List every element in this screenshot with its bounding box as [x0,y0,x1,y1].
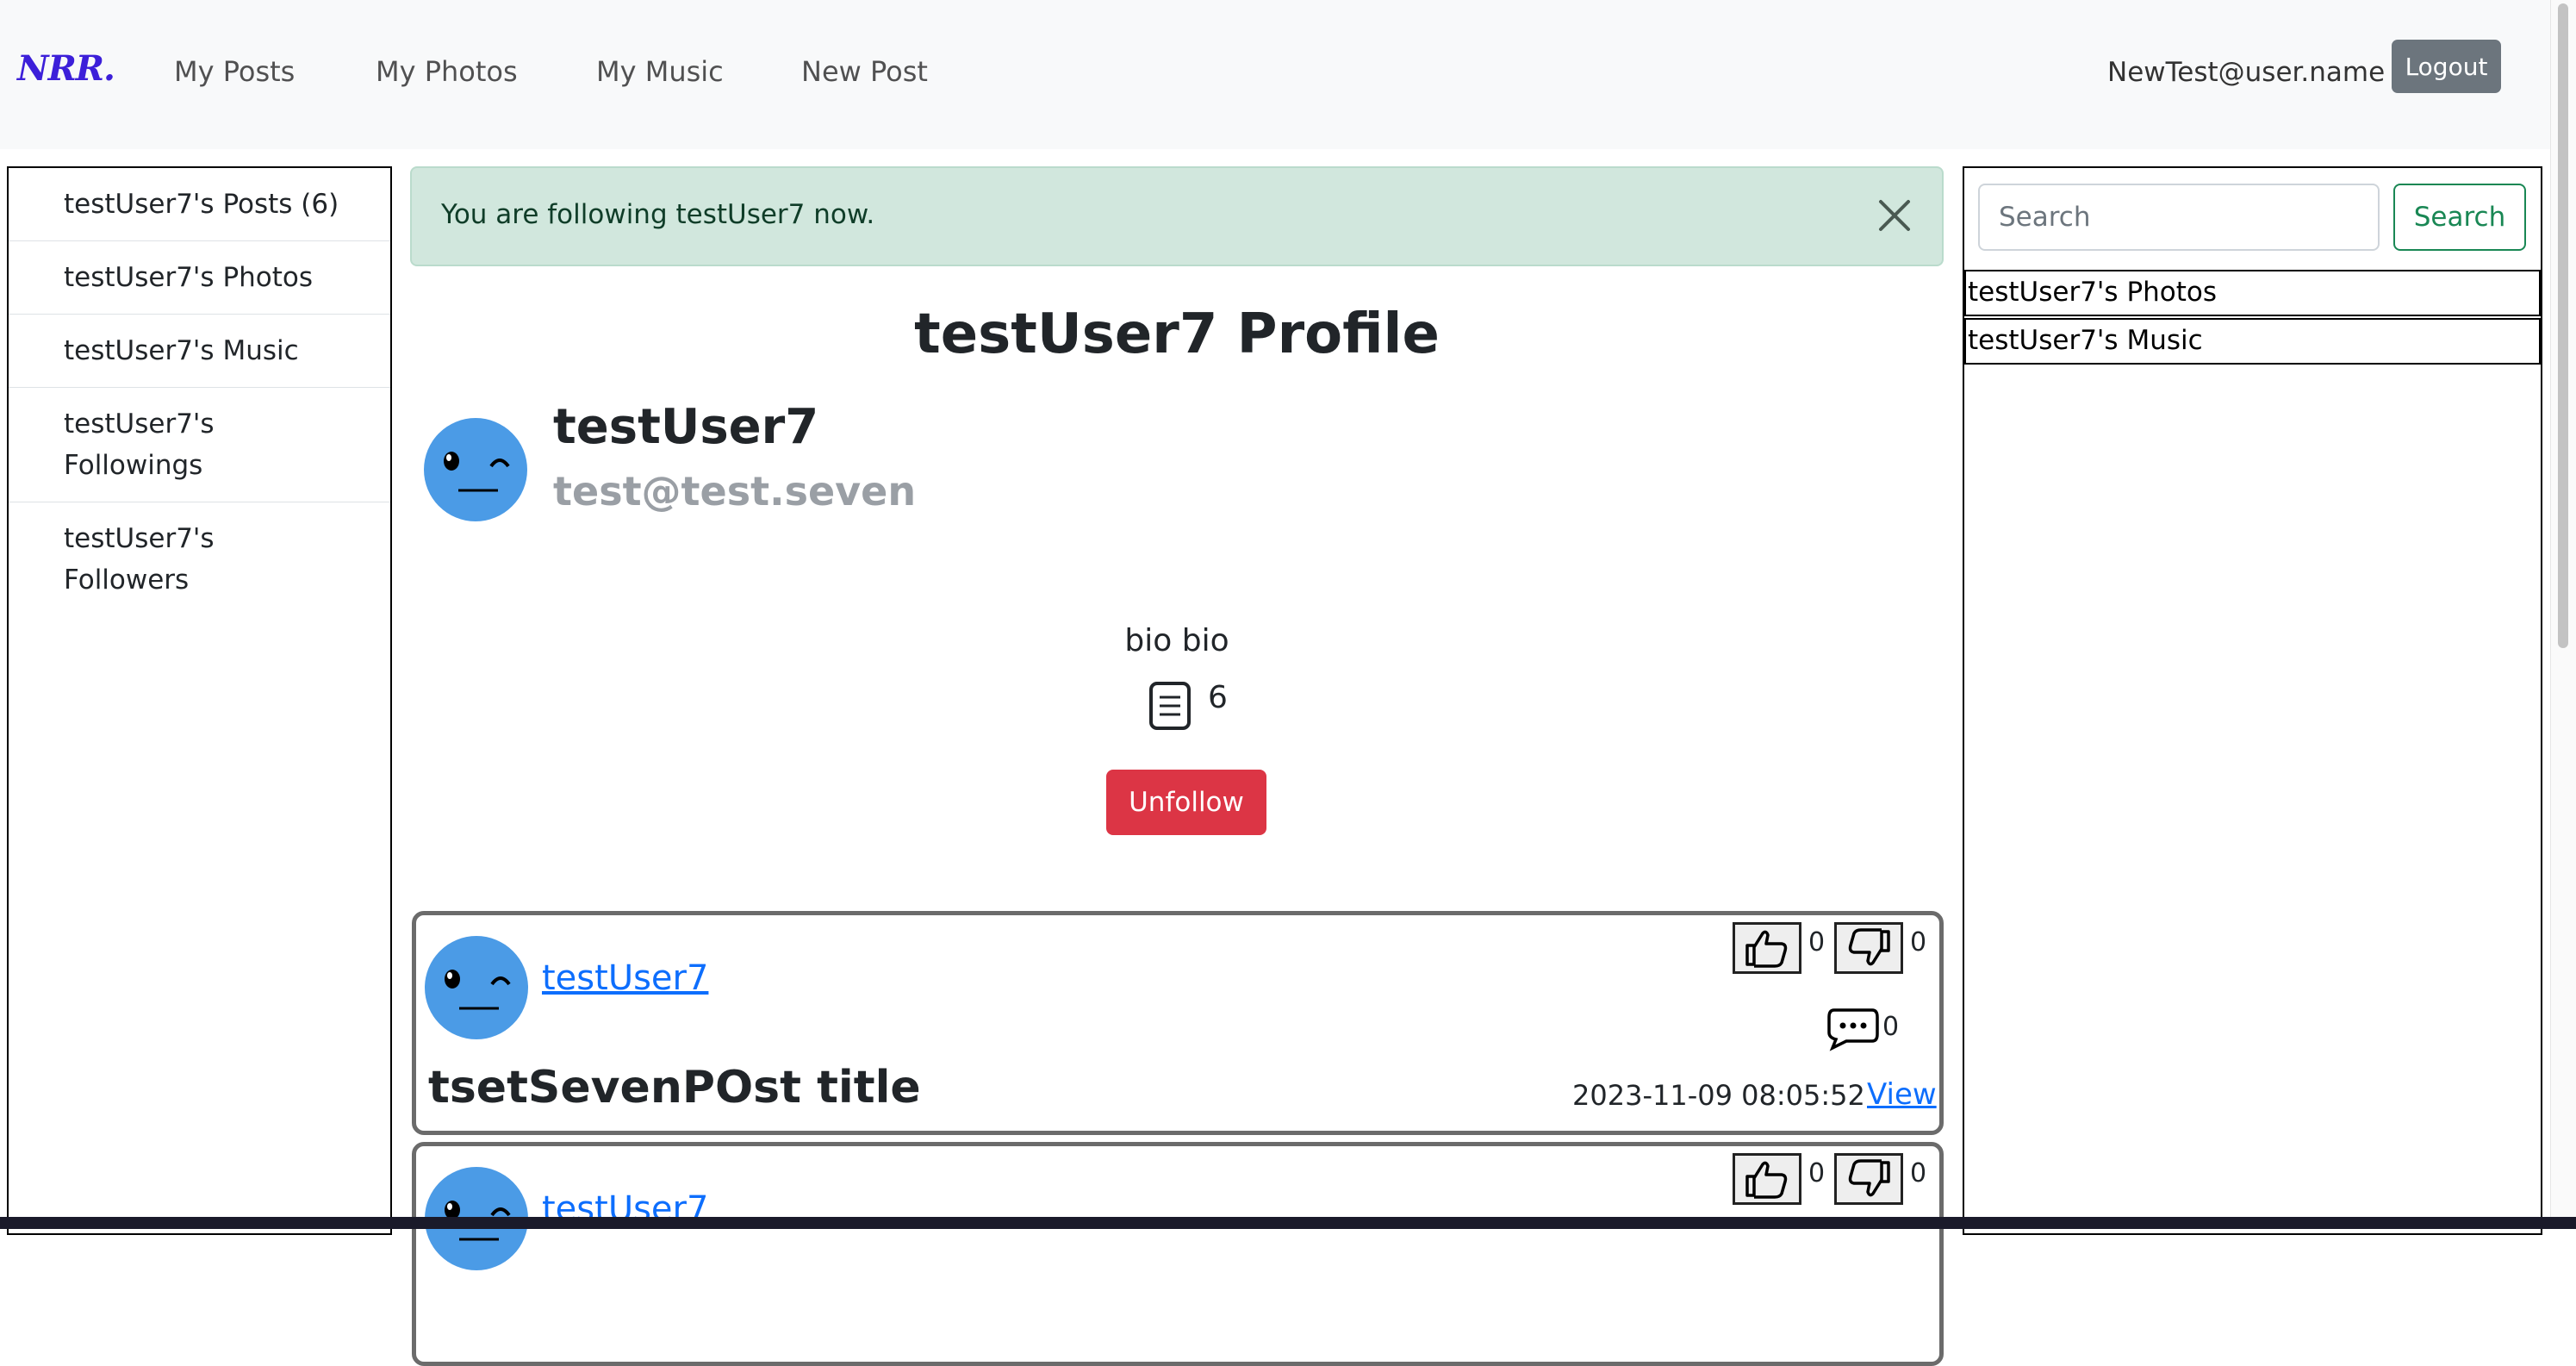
like-count: 0 [1808,927,1826,957]
thumbs-down-icon [1848,928,1890,966]
search-input[interactable] [1978,184,2380,251]
dislike-count: 0 [1910,927,1927,957]
right-link-photos[interactable]: testUser7's Photos [1964,270,2541,316]
dislike-button[interactable] [1834,1153,1903,1205]
close-icon[interactable] [1873,194,1916,237]
like-button[interactable] [1733,922,1801,974]
like-count: 0 [1808,1158,1826,1188]
page-scrollbar[interactable] [2550,0,2576,1229]
current-user-name: NewTest@user.name [2107,57,2386,88]
left-sidebar: testUser7's Posts (6) testUser7's Photos… [7,166,392,1235]
thumbs-down-icon [1848,1159,1890,1197]
profile-bio: bio bio [1124,623,1229,658]
dislike-button[interactable] [1834,922,1903,974]
profile-title: testUser7 Profile [914,303,1440,366]
thumbs-up-icon [1745,930,1788,968]
dislike-count: 0 [1910,1158,1927,1188]
right-sidebar: Search testUser7's Photos testUser7's Mu… [1963,166,2542,1235]
logout-button[interactable]: Logout [2392,40,2501,93]
post-author-link[interactable]: testUser7 [542,958,708,998]
brand-logo[interactable]: NRR. [17,48,115,89]
post-view-link[interactable]: View [1867,1077,1937,1112]
post-card: testUser7 0 0 0 tsetSevenPOst title 2023… [412,911,1944,1135]
thumbs-up-icon [1745,1161,1788,1199]
follow-alert: You are following testUser7 now. [410,166,1944,266]
post-date: 2023-11-09 08:05:52 [1572,1079,1865,1112]
post-count: 6 [1146,680,1228,732]
main-content: You are following testUser7 now. testUse… [410,166,1945,1366]
sidebar-item-followers[interactable]: testUser7's Followers [9,502,390,616]
profile-avatar [424,418,527,521]
profile-username: testUser7 [553,399,819,455]
post-count-value: 6 [1208,680,1228,715]
post-author-avatar [425,936,528,1039]
sidebar-item-followings[interactable]: testUser7's Followings [9,388,390,502]
search-button[interactable]: Search [2393,184,2526,251]
sidebar-item-music[interactable]: testUser7's Music [9,315,390,388]
sidebar-item-posts[interactable]: testUser7's Posts (6) [9,168,390,241]
sidebar-item-photos[interactable]: testUser7's Photos [9,241,390,315]
scrollbar-thumb[interactable] [2558,3,2568,648]
document-lines-icon [1149,682,1191,730]
unfollow-button[interactable]: Unfollow [1106,770,1266,835]
bottom-edge [0,1217,2576,1229]
wink-face-icon [444,452,510,492]
nav-my-music[interactable]: My Music [596,55,724,88]
nav-new-post[interactable]: New Post [801,55,928,88]
nav-my-posts[interactable]: My Posts [174,55,295,88]
top-navbar: NRR. My Posts My Photos My Music New Pos… [0,0,2550,149]
nav-my-photos[interactable]: My Photos [376,55,518,88]
post-title: tsetSevenPOst title [428,1062,921,1113]
right-link-music[interactable]: testUser7's Music [1964,318,2541,365]
wink-face-icon [445,970,511,1010]
alert-text: You are following testUser7 now. [441,199,875,230]
comment-bubble-icon[interactable] [1826,1007,1881,1051]
post-card: testUser7 0 0 [412,1142,1944,1366]
comment-count: 0 [1882,1012,1900,1042]
like-button[interactable] [1733,1153,1801,1205]
profile-email: test@test.seven [553,468,917,515]
